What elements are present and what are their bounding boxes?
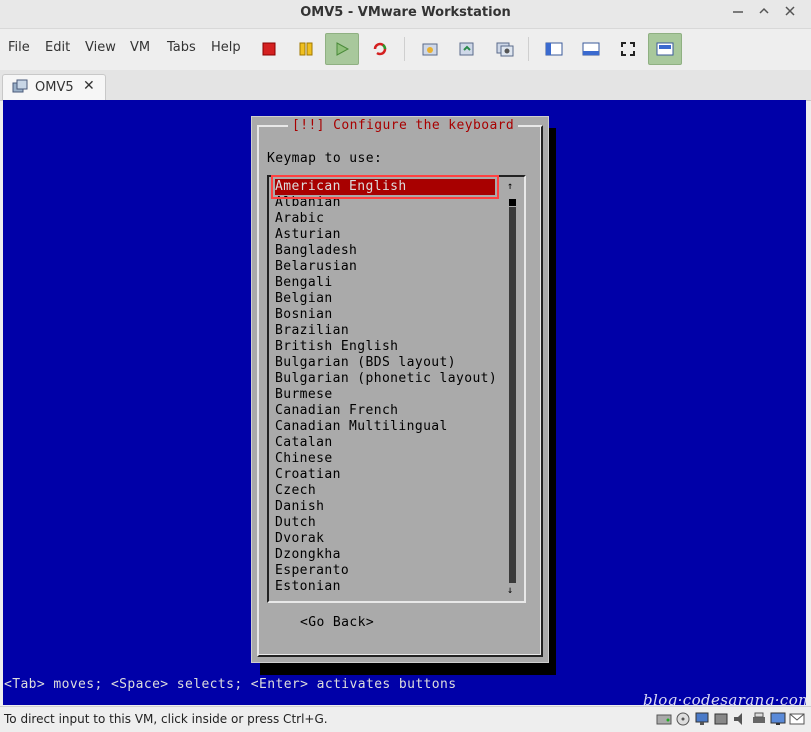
keymap-option[interactable]: Bulgarian (BDS layout): [275, 355, 505, 371]
keymap-option[interactable]: Catalan: [275, 435, 505, 451]
keymap-option[interactable]: Bengali: [275, 275, 505, 291]
power-off-icon[interactable]: [252, 33, 286, 65]
menu-vm[interactable]: VM: [130, 40, 150, 55]
keymap-option[interactable]: Bulgarian (phonetic layout): [275, 371, 505, 387]
keymap-option[interactable]: Brazilian: [275, 323, 505, 339]
menu-edit[interactable]: Edit: [45, 40, 70, 55]
keymap-prompt: Keymap to use:: [267, 151, 383, 166]
toolbar: File Edit View VM Tabs Help: [0, 29, 811, 69]
keymap-option[interactable]: Albanian: [275, 195, 505, 211]
keymap-option[interactable]: Esperanto: [275, 563, 505, 579]
keymap-option[interactable]: Chinese: [275, 451, 505, 467]
keymap-option[interactable]: Belarusian: [275, 259, 505, 275]
status-message: To direct input to this VM, click inside…: [4, 712, 328, 726]
scroll-down-icon[interactable]: ↓: [507, 585, 513, 596]
sound-icon[interactable]: [732, 711, 748, 727]
suspend-icon[interactable]: [289, 33, 323, 65]
device-icons: [656, 711, 805, 727]
window-title: OMV5 - VMware Workstation: [300, 5, 511, 20]
keymap-option[interactable]: Danish: [275, 499, 505, 515]
toolbar-separator: [404, 37, 405, 61]
keymap-option-selected[interactable]: American English: [271, 175, 499, 199]
toolbar-separator: [528, 37, 529, 61]
keymap-option[interactable]: Burmese: [275, 387, 505, 403]
keymap-option[interactable]: British English: [275, 339, 505, 355]
keymap-option[interactable]: Asturian: [275, 227, 505, 243]
menu-view[interactable]: View: [85, 40, 116, 55]
maximize-icon[interactable]: [754, 4, 774, 24]
minimize-icon[interactable]: [728, 4, 748, 24]
tab-close-icon[interactable]: ✕: [83, 78, 95, 94]
thumbnail-bar-icon[interactable]: [574, 33, 608, 65]
keymap-option[interactable]: Croatian: [275, 467, 505, 483]
dialog-title: [!!] Configure the keyboard: [288, 119, 519, 133]
keymap-option[interactable]: Bangladesh: [275, 243, 505, 259]
hard-disk-icon[interactable]: [656, 711, 672, 727]
window-titlebar: OMV5 - VMware Workstation: [0, 0, 811, 29]
keymap-option[interactable]: Arabic: [275, 211, 505, 227]
power-on-icon[interactable]: [325, 33, 359, 65]
tab-omv5[interactable]: OMV5 ✕: [2, 74, 106, 101]
console-view-icon[interactable]: [648, 33, 682, 65]
snapshot-manager-icon[interactable]: [488, 33, 522, 65]
status-bar: To direct input to this VM, click inside…: [0, 706, 811, 732]
keymap-list: American English Albanian Arabic Asturian Ba…: [271, 175, 505, 595]
menu-file[interactable]: File: [8, 40, 30, 55]
keymap-option[interactable]: Dzongkha: [275, 547, 505, 563]
keymap-option[interactable]: Bosnian: [275, 307, 505, 323]
keyboard-hint: <Tab> moves; <Space> selects; <Enter> ac…: [4, 677, 457, 692]
printer-icon[interactable]: [751, 711, 767, 727]
display-icon[interactable]: [770, 711, 786, 727]
menu-help[interactable]: Help: [211, 40, 241, 55]
reset-icon[interactable]: [363, 33, 397, 65]
revert-snapshot-icon[interactable]: [450, 33, 484, 65]
scroll-up-icon[interactable]: ↑: [507, 181, 513, 192]
vm-console[interactable]: [!!] Configure the keyboard Keymap to us…: [3, 100, 806, 705]
vm-icon: [12, 79, 28, 99]
full-screen-icon[interactable]: [611, 33, 645, 65]
keymap-option[interactable]: Belgian: [275, 291, 505, 307]
keymap-option[interactable]: Estonian: [275, 579, 505, 595]
go-back-button[interactable]: <Go Back>: [300, 615, 374, 630]
cd-rom-icon[interactable]: [675, 711, 691, 727]
scrollbar-thumb[interactable]: [509, 199, 516, 206]
keyboard-dialog: [!!] Configure the keyboard Keymap to us…: [251, 116, 549, 663]
network-icon[interactable]: [694, 711, 710, 727]
keymap-listbox[interactable]: American English Albanian Arabic Asturian Ba…: [267, 175, 526, 603]
keymap-option[interactable]: Czech: [275, 483, 505, 499]
close-icon[interactable]: [780, 4, 800, 24]
keymap-option[interactable]: Dvorak: [275, 531, 505, 547]
usb-icon[interactable]: [713, 711, 729, 727]
message-icon[interactable]: [789, 711, 805, 727]
tab-label: OMV5: [35, 80, 74, 95]
keymap-option[interactable]: Dutch: [275, 515, 505, 531]
scrollbar-track[interactable]: [509, 207, 516, 583]
menu-tabs[interactable]: Tabs: [167, 40, 196, 55]
tab-strip: OMV5 ✕: [0, 70, 811, 101]
keymap-option[interactable]: Canadian Multilingual: [275, 419, 505, 435]
library-icon[interactable]: [537, 33, 571, 65]
watermark: blog·codesarang·com: [643, 691, 806, 705]
snapshot-icon[interactable]: [413, 33, 447, 65]
keymap-option[interactable]: Canadian French: [275, 403, 505, 419]
